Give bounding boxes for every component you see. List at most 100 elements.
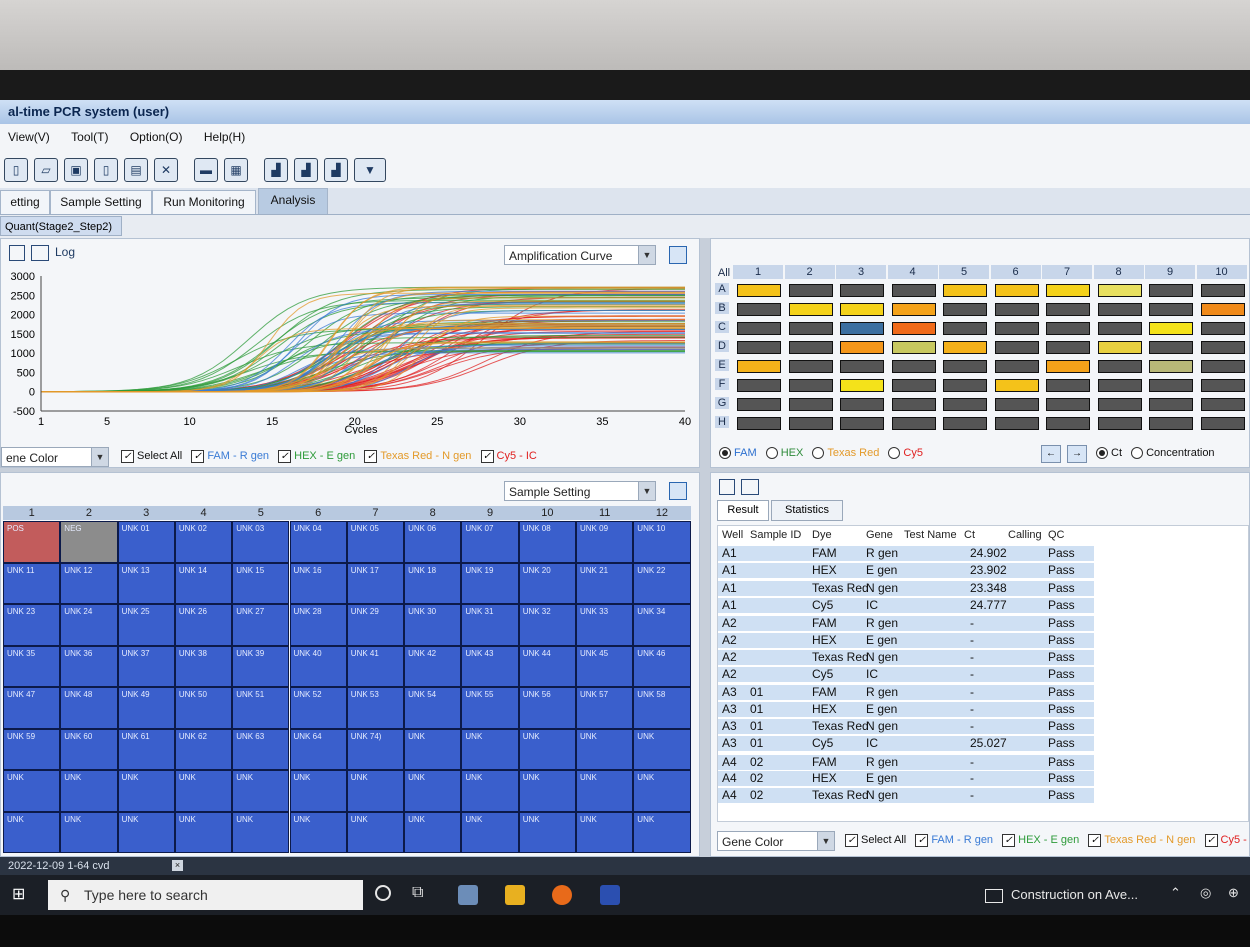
plate-well[interactable] xyxy=(737,284,781,297)
results-row[interactable]: A3 01 FAM R gen - Pass xyxy=(718,684,1094,701)
plate-well[interactable] xyxy=(891,322,936,335)
sample-cell[interactable]: UNK xyxy=(461,770,519,812)
tab-sample-setting[interactable]: Sample Setting xyxy=(50,190,152,214)
export-icon[interactable] xyxy=(31,245,49,261)
plate-well[interactable] xyxy=(994,341,1039,354)
sample-cell[interactable]: UNK 63 xyxy=(232,728,290,770)
sample-cell[interactable]: UNK 17 xyxy=(346,562,405,604)
results-column-header[interactable]: Test Name xyxy=(904,529,957,541)
plate-well[interactable] xyxy=(994,379,1039,392)
dye-checkbox-hex[interactable]: ✓ HEX - E gen xyxy=(278,450,355,463)
sample-cell[interactable]: UNK 50 xyxy=(174,687,233,729)
plate-column-header[interactable]: 5 xyxy=(939,265,989,279)
sample-cell[interactable]: UNK 55 xyxy=(461,687,519,729)
plate-well[interactable] xyxy=(788,360,833,373)
save-icon[interactable]: ▣ xyxy=(64,158,88,182)
radio-texas-red[interactable]: Texas Red xyxy=(812,447,879,460)
sample-cell[interactable]: UNK 18 xyxy=(404,562,462,604)
plate-well[interactable] xyxy=(1149,360,1193,373)
results-select-all-checkbox[interactable]: ✓ Select All xyxy=(845,834,906,847)
sample-cell[interactable]: UNK 51 xyxy=(232,687,290,729)
plate-well[interactable] xyxy=(1046,360,1090,373)
sample-cell[interactable]: UNK 13 xyxy=(117,562,175,604)
plate-column-header[interactable]: 4 xyxy=(887,265,938,279)
plate-well[interactable] xyxy=(1046,284,1090,297)
plate-well[interactable] xyxy=(737,360,781,373)
sample-cell[interactable]: UNK 61 xyxy=(117,728,175,770)
grid-view-icon[interactable] xyxy=(719,479,735,495)
sample-cell[interactable]: UNK xyxy=(232,770,290,812)
windows-start-icon[interactable]: ⊞ xyxy=(12,886,30,904)
task-view-icon[interactable]: ⧉ xyxy=(412,884,423,902)
plate-well[interactable] xyxy=(1149,341,1193,354)
plate-column-header[interactable]: 9 xyxy=(1145,265,1195,279)
lis-export-icon[interactable]: ▼ xyxy=(354,158,386,182)
maximize-icon[interactable] xyxy=(669,246,687,264)
results-row[interactable]: A3 01 HEX E gen - Pass xyxy=(718,701,1094,717)
grid-column-header[interactable]: 6 xyxy=(290,506,347,520)
plate-well[interactable] xyxy=(737,379,781,392)
sample-cell[interactable]: UNK 42 xyxy=(404,645,462,687)
sample-cell[interactable]: UNK xyxy=(404,811,462,853)
radio-cy5[interactable]: Cy5 xyxy=(888,447,923,460)
plate-well[interactable] xyxy=(891,303,936,316)
sample-cell[interactable]: UNK 25 xyxy=(117,604,175,646)
plate-well[interactable] xyxy=(788,379,833,392)
radio-hex[interactable]: HEX xyxy=(765,447,803,460)
sample-cell[interactable]: UNK 49 xyxy=(117,687,175,729)
file-explorer-icon[interactable] xyxy=(505,885,525,905)
sample-cell[interactable]: UNK 09 xyxy=(576,521,634,563)
results-row[interactable]: A2 Texas Red N gen - Pass xyxy=(718,649,1094,665)
menu-option[interactable]: Option(O) xyxy=(130,130,183,144)
grid-column-header[interactable]: 4 xyxy=(175,506,232,520)
menu-view[interactable]: View(V) xyxy=(8,130,50,144)
plate-row-header[interactable]: D xyxy=(715,340,729,352)
plate-well[interactable] xyxy=(943,417,987,430)
sample-cell[interactable]: UNK 34 xyxy=(633,604,691,646)
plate-column-header[interactable]: 1 xyxy=(733,265,783,279)
sample-cell[interactable]: UNK 59 xyxy=(3,728,61,770)
plate-well[interactable] xyxy=(994,284,1039,297)
grid-column-header[interactable]: 10 xyxy=(519,506,576,520)
color-mode-select[interactable]: ene Color ▼ xyxy=(1,447,109,467)
results-column-header[interactable]: Gene xyxy=(866,529,893,541)
plate-well[interactable] xyxy=(840,379,884,392)
chart-add-icon[interactable]: ▟ xyxy=(264,158,288,182)
results-row[interactable]: A1 HEX E gen 23.902 Pass xyxy=(718,563,1094,579)
sample-cell[interactable]: UNK xyxy=(60,770,118,812)
monitor-icon[interactable]: ▬ xyxy=(194,158,218,182)
sample-cell[interactable]: UNK 06 xyxy=(404,521,462,563)
sample-cell[interactable]: UNK 41 xyxy=(346,645,405,687)
plate-well[interactable] xyxy=(1046,322,1090,335)
report-icon[interactable]: ▤ xyxy=(124,158,148,182)
sample-cell[interactable]: UNK 19 xyxy=(461,562,519,604)
sample-cell[interactable]: UNK 26 xyxy=(174,604,233,646)
plate-well[interactable] xyxy=(1149,322,1193,335)
plate-well[interactable] xyxy=(994,398,1039,411)
plate-row-header[interactable]: H xyxy=(715,416,729,428)
plot-type-select[interactable]: Amplification Curve ▼ xyxy=(504,245,656,265)
plate-well[interactable] xyxy=(737,341,781,354)
plate-well[interactable] xyxy=(943,284,987,297)
sample-cell[interactable]: UNK 74) xyxy=(346,728,405,770)
plate-well[interactable] xyxy=(891,284,936,297)
plate-well[interactable] xyxy=(840,303,884,316)
plate-well[interactable] xyxy=(737,303,781,316)
plate-well[interactable] xyxy=(788,303,833,316)
plate-column-header[interactable]: 10 xyxy=(1196,265,1247,279)
next-arrow-icon[interactable]: → xyxy=(1067,445,1087,463)
plate-well[interactable] xyxy=(1097,360,1142,373)
sample-cell[interactable]: UNK 11 xyxy=(3,562,61,604)
results-column-header[interactable]: Calling xyxy=(1008,529,1042,541)
sample-cell[interactable]: UNK 37 xyxy=(117,645,175,687)
results-row[interactable]: A4 02 HEX E gen - Pass xyxy=(718,770,1094,786)
plate-well[interactable] xyxy=(737,398,781,411)
plate-well[interactable] xyxy=(891,360,936,373)
plate-well[interactable] xyxy=(1149,398,1193,411)
grid-column-header[interactable]: 9 xyxy=(461,506,518,520)
results-dye-checkbox-texas-red[interactable]: ✓ Texas Red - N gen xyxy=(1088,834,1195,847)
pcr-app-icon[interactable] xyxy=(600,885,620,905)
results-row[interactable]: A1 Cy5 IC 24.777 Pass xyxy=(718,597,1094,613)
plate-well[interactable] xyxy=(737,322,781,335)
sample-cell[interactable]: UNK xyxy=(289,811,347,853)
